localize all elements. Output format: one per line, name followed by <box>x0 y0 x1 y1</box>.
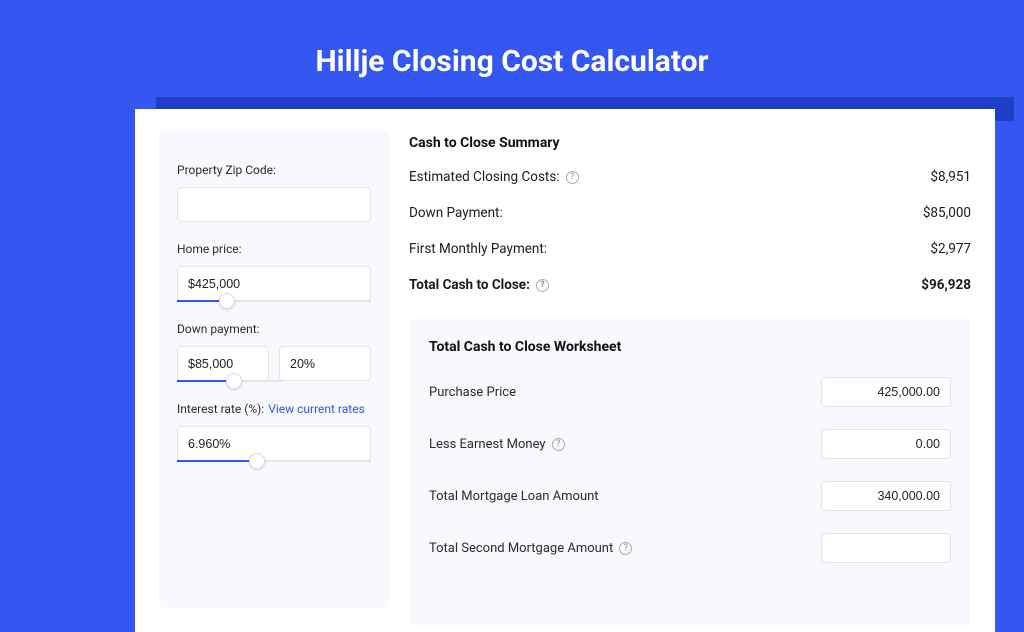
summary-row-value: $8,951 <box>930 169 971 185</box>
interest-slider-fill <box>177 460 257 462</box>
summary-row-label: Down Payment: <box>409 205 503 221</box>
help-icon[interactable]: ? <box>552 438 565 451</box>
interest-label-row: Interest rate (%): View current rates <box>177 402 371 416</box>
interest-slider-thumb[interactable] <box>249 453 265 469</box>
summary-section: Cash to Close Summary Estimated Closing … <box>409 131 971 301</box>
summary-total-value: $96,928 <box>921 277 971 293</box>
summary-row-value: $2,977 <box>930 241 971 257</box>
calculator-card: Property Zip Code: Home price: Down paym… <box>135 109 995 632</box>
summary-row: Estimated Closing Costs: ? $8,951 <box>409 169 971 185</box>
down-payment-pct-input[interactable] <box>279 346 371 381</box>
summary-row-label: First Monthly Payment: <box>409 241 547 257</box>
summary-row-label-text: Estimated Closing Costs: <box>409 169 560 185</box>
worksheet-heading: Total Cash to Close Worksheet <box>429 339 951 355</box>
worksheet-input[interactable] <box>821 533 951 563</box>
home-price-field: Home price: <box>177 242 371 302</box>
home-price-label: Home price: <box>177 242 371 256</box>
home-price-slider-thumb[interactable] <box>219 293 235 309</box>
down-payment-row <box>177 346 371 381</box>
help-icon[interactable]: ? <box>536 279 549 292</box>
summary-row-label: Estimated Closing Costs: ? <box>409 169 579 185</box>
view-rates-link[interactable]: View current rates <box>268 402 365 416</box>
down-payment-label: Down payment: <box>177 322 371 336</box>
summary-row-label-text: First Monthly Payment: <box>409 241 547 257</box>
summary-heading: Cash to Close Summary <box>409 135 971 151</box>
summary-row: Down Payment: $85,000 <box>409 205 971 221</box>
worksheet-row-label: Purchase Price <box>429 385 516 400</box>
worksheet-row-label: Total Second Mortgage Amount ? <box>429 541 632 556</box>
summary-total-label: Total Cash to Close: ? <box>409 277 549 293</box>
worksheet-row-label-text: Purchase Price <box>429 385 516 400</box>
help-icon[interactable]: ? <box>566 171 579 184</box>
down-payment-field: Down payment: <box>177 322 371 382</box>
worksheet-row: Total Second Mortgage Amount ? <box>429 533 951 563</box>
interest-field: Interest rate (%): View current rates <box>177 402 371 462</box>
zip-field: Property Zip Code: <box>177 163 371 222</box>
interest-slider[interactable] <box>177 460 371 462</box>
worksheet-row-label-text: Total Mortgage Loan Amount <box>429 489 599 504</box>
down-payment-slider-thumb[interactable] <box>226 373 242 389</box>
inputs-panel: Property Zip Code: Home price: Down paym… <box>159 131 389 608</box>
results-panel: Cash to Close Summary Estimated Closing … <box>409 131 971 608</box>
worksheet-input[interactable] <box>821 429 951 459</box>
zip-input[interactable] <box>177 187 371 222</box>
summary-total-row: Total Cash to Close: ? $96,928 <box>409 277 971 293</box>
zip-label: Property Zip Code: <box>177 163 371 177</box>
worksheet-input[interactable] <box>821 377 951 407</box>
down-payment-input[interactable] <box>177 346 269 381</box>
summary-total-label-text: Total Cash to Close: <box>409 277 530 293</box>
summary-row-value: $85,000 <box>923 205 971 221</box>
worksheet-row: Total Mortgage Loan Amount <box>429 481 951 511</box>
worksheet-row-label-text: Total Second Mortgage Amount <box>429 541 613 556</box>
worksheet-input[interactable] <box>821 481 951 511</box>
worksheet-row: Purchase Price <box>429 377 951 407</box>
worksheet-row-label-text: Less Earnest Money <box>429 437 546 452</box>
page-title: Hillje Closing Cost Calculator <box>0 0 1024 109</box>
interest-label: Interest rate (%): <box>177 402 264 416</box>
help-icon[interactable]: ? <box>619 542 632 555</box>
home-price-input[interactable] <box>177 266 371 301</box>
worksheet-row-label: Total Mortgage Loan Amount <box>429 489 599 504</box>
down-payment-slider[interactable] <box>177 380 284 382</box>
summary-row-label-text: Down Payment: <box>409 205 503 221</box>
worksheet-row: Less Earnest Money ? <box>429 429 951 459</box>
interest-input[interactable] <box>177 426 371 461</box>
home-price-slider[interactable] <box>177 300 371 302</box>
summary-row: First Monthly Payment: $2,977 <box>409 241 971 257</box>
worksheet-row-label: Less Earnest Money ? <box>429 437 565 452</box>
worksheet-section: Total Cash to Close Worksheet Purchase P… <box>409 319 971 625</box>
